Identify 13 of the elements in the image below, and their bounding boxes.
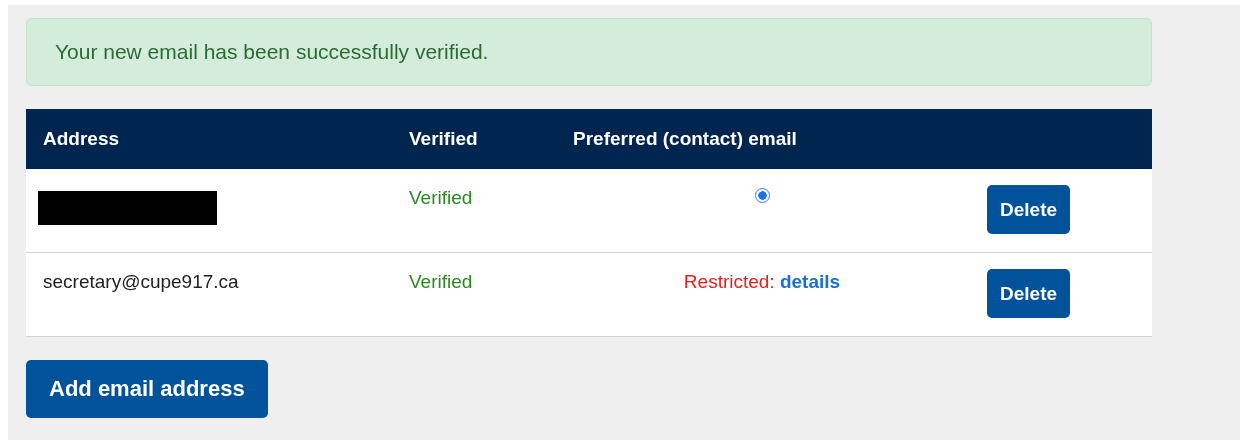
preferred-radio[interactable] [754, 188, 770, 203]
verified-status: Verified [409, 187, 473, 208]
email-address: secretary@cupe917.ca [43, 271, 239, 292]
verified-status: Verified [409, 271, 473, 292]
restricted-label: Restricted: [683, 271, 775, 292]
delete-button[interactable]: Delete [987, 269, 1071, 318]
details-link[interactable]: details [779, 271, 841, 292]
delete-button[interactable]: Delete [987, 185, 1071, 234]
column-header: Verified [408, 127, 479, 151]
success-alert: Your new email has been successfully verified. [26, 18, 1152, 86]
add-email-button[interactable]: Add email address [26, 360, 268, 418]
column-header: Address [42, 127, 121, 151]
column-header: Preferred (contact) email [572, 127, 798, 151]
